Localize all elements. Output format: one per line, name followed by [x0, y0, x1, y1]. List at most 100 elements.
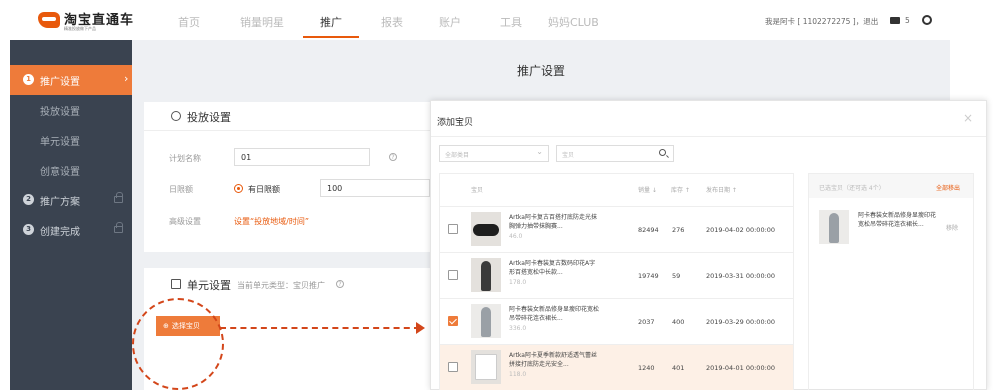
sidebar-item-label: 创建完成: [40, 227, 80, 238]
current-unit-type: 当前单元类型：宝贝推广: [237, 281, 325, 290]
daily-limit-option[interactable]: 有日限额: [248, 184, 280, 195]
column-header-item: 宝贝: [471, 187, 484, 194]
item-table: 宝贝 销量 ↓ 库存 ↑ 发布日期 ↑ Artka阿卡复古百搭打底防走光抹胸弹力…: [439, 173, 794, 390]
nav-account[interactable]: 账户: [439, 14, 461, 30]
product-price: 178.0: [509, 279, 527, 286]
product-name: Artka阿卡夏季新款舒适透气蕾丝拼接打底防走光安全...: [509, 352, 597, 368]
settings-circle-icon: [171, 111, 181, 121]
product-name: 阿卡春装女新品修身显瘦印花宽松吊带碎花连衣裙长...: [509, 306, 600, 322]
sidebar-item-label: 创意设置: [40, 167, 80, 178]
product-name: Artka阿卡复古百搭打底防走光抹胸弹力抽带抹胸赛...: [509, 214, 597, 230]
step-number: 2: [23, 194, 34, 205]
search-icon[interactable]: [659, 149, 666, 156]
nav-sales-star[interactable]: 销量明星: [240, 14, 284, 30]
daily-limit-input[interactable]: 100: [320, 179, 430, 197]
sidebar: 1 推广设置 › 投放设置 单元设置 创意设置 2 推广方案 3 创建完成: [10, 40, 132, 390]
row-checkbox[interactable]: [448, 270, 458, 280]
sidebar-item-label: 单元设置: [40, 137, 80, 148]
item-search-input[interactable]: 宝贝: [556, 145, 674, 162]
selected-product-thumbnail: [819, 210, 849, 244]
product-thumbnail: [471, 258, 501, 292]
help-icon[interactable]: ?: [389, 153, 397, 161]
daily-limit-radio[interactable]: [234, 184, 243, 193]
sidebar-item-unit-settings[interactable]: 单元设置: [10, 125, 132, 155]
annotation-circle: [132, 298, 224, 390]
brand-logo[interactable]: 淘宝直通车 精准投放做下产品: [38, 8, 150, 34]
sidebar-item-promotion-plan[interactable]: 2 推广方案: [10, 185, 132, 215]
nav-promotion[interactable]: 推广: [320, 14, 342, 30]
set-region-time-link[interactable]: 设置“投放地域/时间”: [234, 216, 309, 227]
nav-reports[interactable]: 报表: [381, 14, 403, 30]
table-row[interactable]: Artka阿卡春装复古数码印花A字形百搭宽松中长款... 178.0 19749…: [440, 252, 793, 298]
selected-panel-title: 已选宝贝（还可选 4个）: [819, 185, 885, 192]
chevron-right-icon: ›: [124, 72, 129, 85]
row-checkbox[interactable]: [448, 362, 458, 372]
row-checkbox[interactable]: [448, 316, 458, 326]
nav-active-indicator: [303, 36, 359, 38]
unit-section-title: 单元设置: [187, 279, 231, 292]
selected-items-panel: 已选宝贝（还可选 4个） 全部移出 阿卡春装女新品修身显瘦印花宽松吊带碎花连衣裙…: [808, 173, 974, 390]
plan-name-input[interactable]: 01: [234, 148, 370, 166]
product-thumbnail: [471, 304, 501, 338]
car-logo-icon: [38, 12, 60, 28]
sidebar-item-creative-settings[interactable]: 创意设置: [10, 155, 132, 185]
column-header-publish-date[interactable]: 发布日期 ↑: [706, 185, 737, 194]
product-sales: 19749: [638, 272, 659, 280]
mail-count: 5: [905, 16, 910, 25]
advanced-settings-label: 高级设置: [169, 217, 201, 226]
lock-icon: [114, 192, 123, 203]
product-publish-date: 2019-03-31 00:00:00: [706, 272, 776, 280]
divider: [431, 136, 986, 137]
step-number: 3: [23, 224, 34, 235]
product-stock: 400: [672, 318, 685, 326]
product-price: 118.0: [509, 371, 527, 378]
nav-mama-club[interactable]: 妈妈CLUB: [548, 14, 599, 30]
user-info[interactable]: 我是阿卡 [ 1102272275 ]，退出: [765, 16, 878, 27]
category-select[interactable]: 全部类目: [439, 145, 549, 162]
close-icon[interactable]: ×: [963, 111, 973, 125]
modal-title: 添加宝贝: [437, 118, 474, 128]
product-sales: 1240: [638, 364, 655, 372]
product-price: 46.0: [509, 233, 523, 240]
remove-all-link[interactable]: 全部移出: [936, 183, 960, 192]
globe-icon[interactable]: [922, 15, 932, 25]
product-publish-date: 2019-03-29 00:00:00: [706, 318, 776, 326]
nav-tools[interactable]: 工具: [500, 14, 522, 30]
column-header-stock[interactable]: 库存 ↑: [671, 185, 690, 194]
sidebar-item-delivery-settings[interactable]: 投放设置: [10, 95, 132, 125]
page-title: 推广设置: [516, 64, 565, 78]
product-sales: 2037: [638, 318, 655, 326]
product-publish-date: 2019-04-02 00:00:00: [706, 226, 776, 234]
unit-icon: [171, 279, 181, 289]
top-navigation: 淘宝直通车 精准投放做下产品 首页 销量明星 推广 报表 账户 工具 妈妈CLU…: [0, 0, 1000, 40]
help-icon[interactable]: ?: [336, 280, 344, 288]
product-sales: 82494: [638, 226, 659, 234]
mail-icon[interactable]: [890, 17, 900, 24]
product-price: 336.0: [509, 325, 527, 332]
table-row[interactable]: Artka阿卡夏季新款舒适透气蕾丝拼接打底防走光安全... 118.0 1240…: [440, 344, 793, 390]
daily-limit-label: 日限额: [169, 185, 193, 194]
remove-link[interactable]: 移除: [946, 223, 958, 232]
table-row[interactable]: Artka阿卡复古百搭打底防走光抹胸弹力抽带抹胸赛... 46.0 82494 …: [440, 206, 793, 252]
delivery-section-title: 投放设置: [187, 111, 231, 124]
product-thumbnail: [471, 212, 501, 246]
product-stock: 401: [672, 364, 685, 372]
sidebar-item-label: 投放设置: [40, 107, 80, 118]
add-item-modal: 添加宝贝 × 全部类目 宝贝 宝贝 销量 ↓ 库存 ↑ 发布日期 ↑ Artka…: [430, 100, 987, 390]
table-row[interactable]: 阿卡春装女新品修身显瘦印花宽松吊带碎花连衣裙长... 336.0 2037 40…: [440, 298, 793, 344]
lock-icon: [114, 222, 123, 233]
sidebar-item-label: 推广设置: [40, 77, 80, 88]
product-publish-date: 2019-04-01 00:00:00: [706, 364, 776, 372]
plan-name-label: 计划名称: [169, 154, 201, 163]
row-checkbox[interactable]: [448, 224, 458, 234]
product-thumbnail: [471, 350, 501, 384]
sidebar-item-label: 推广方案: [40, 197, 80, 208]
selected-panel-header: 已选宝贝（还可选 4个） 全部移出: [809, 174, 973, 198]
selected-product-name: 阿卡春装女新品修身显瘦印花宽松吊带碎花连衣裙长...: [858, 212, 937, 228]
sidebar-item-creation-complete[interactable]: 3 创建完成: [10, 215, 132, 245]
column-header-sales[interactable]: 销量 ↓: [638, 185, 657, 194]
sidebar-item-promotion-settings[interactable]: 1 推广设置 ›: [10, 65, 132, 95]
brand-subtitle: 精准投放做下产品: [64, 26, 96, 31]
nav-home[interactable]: 首页: [178, 14, 200, 30]
annotation-arrow: [220, 327, 420, 329]
